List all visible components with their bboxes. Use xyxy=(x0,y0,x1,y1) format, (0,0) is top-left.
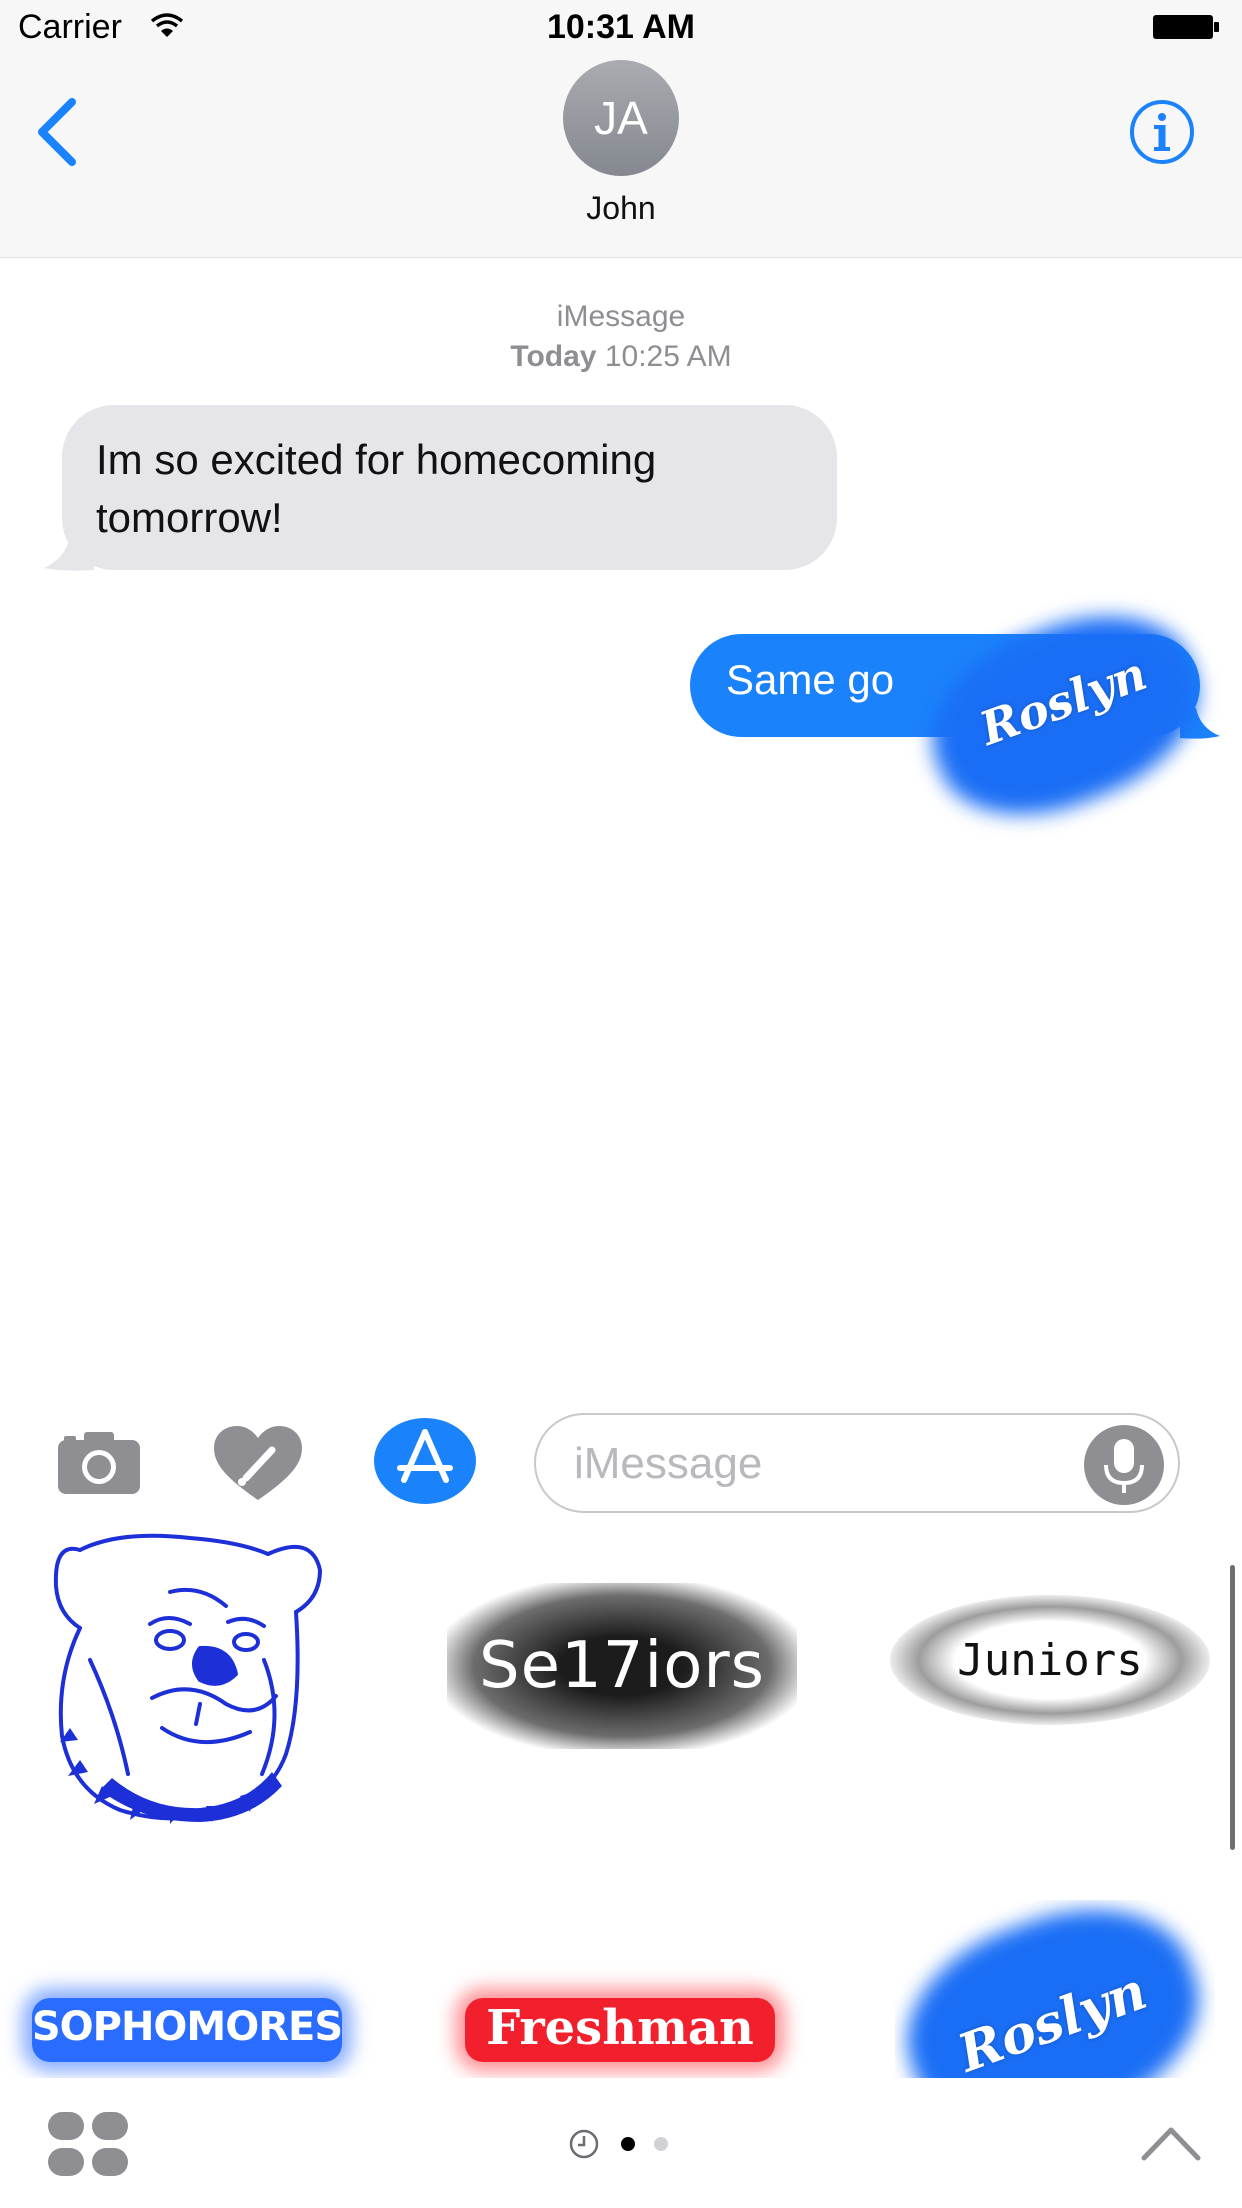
freshman-sticker-label: Freshman xyxy=(486,2000,754,2056)
sophomores-sticker[interactable]: SOPHOMORES xyxy=(22,1990,352,2070)
info-button[interactable] xyxy=(1128,98,1196,166)
roslyn-sticker[interactable]: Roslyn xyxy=(895,1900,1215,2078)
roslyn-sticker-on-message[interactable]: Roslyn xyxy=(906,583,1224,848)
microphone-icon xyxy=(1104,1439,1144,1493)
info-icon xyxy=(1130,100,1194,164)
message-timestamp: Today 10:25 AM xyxy=(0,340,1242,374)
drawer-scrollbar[interactable] xyxy=(1230,1565,1235,1850)
app-drawer-bar xyxy=(0,2078,1242,2208)
digital-touch-button[interactable] xyxy=(212,1424,304,1504)
timestamp-day: Today xyxy=(510,340,597,373)
page-indicator-dot-active[interactable] xyxy=(621,2137,635,2151)
bulldog-sticker[interactable] xyxy=(50,1528,330,1824)
recents-clock-icon[interactable] xyxy=(568,2128,600,2160)
message-input[interactable] xyxy=(572,1435,1076,1493)
contact-name[interactable]: John xyxy=(0,190,1242,227)
heart-touch-icon xyxy=(214,1426,302,1500)
status-time: 10:31 AM xyxy=(546,8,696,46)
timestamp-time: 10:25 AM xyxy=(604,340,732,373)
battery-icon xyxy=(1153,15,1219,39)
sophomores-sticker-label: SOPHOMORES xyxy=(31,2004,343,2050)
app-store-button[interactable] xyxy=(374,1418,476,1504)
freshman-sticker[interactable]: Freshman xyxy=(455,1990,785,2070)
chevron-up-icon xyxy=(1141,2127,1201,2161)
back-button[interactable] xyxy=(28,92,88,172)
microphone-button[interactable] xyxy=(1084,1425,1164,1505)
juniors-sticker-label: Juniors xyxy=(957,1635,1143,1686)
incoming-message-bubble[interactable]: Im so excited for homecoming tomorrow! xyxy=(62,405,837,570)
message-field[interactable] xyxy=(534,1413,1180,1513)
camera-button[interactable] xyxy=(56,1428,142,1496)
apps-grid-icon xyxy=(48,2112,128,2176)
seniors-sticker-label: Se17iors xyxy=(478,1629,766,1703)
camera-icon xyxy=(58,1432,140,1494)
bulldog-collar-spikes xyxy=(60,1728,282,1824)
bulldog-drawing xyxy=(53,1533,322,1821)
service-label: iMessage xyxy=(556,300,686,333)
expand-drawer-button[interactable] xyxy=(1138,2118,1204,2168)
chevron-left-icon xyxy=(38,98,76,166)
app-drawer-button[interactable] xyxy=(46,2110,130,2178)
juniors-sticker[interactable]: Juniors xyxy=(890,1595,1210,1725)
seniors-sticker[interactable]: Se17iors xyxy=(447,1583,797,1749)
app-store-icon xyxy=(397,1429,453,1483)
contact-avatar[interactable]: JA xyxy=(563,60,679,176)
page-indicator-dot[interactable] xyxy=(654,2137,668,2151)
